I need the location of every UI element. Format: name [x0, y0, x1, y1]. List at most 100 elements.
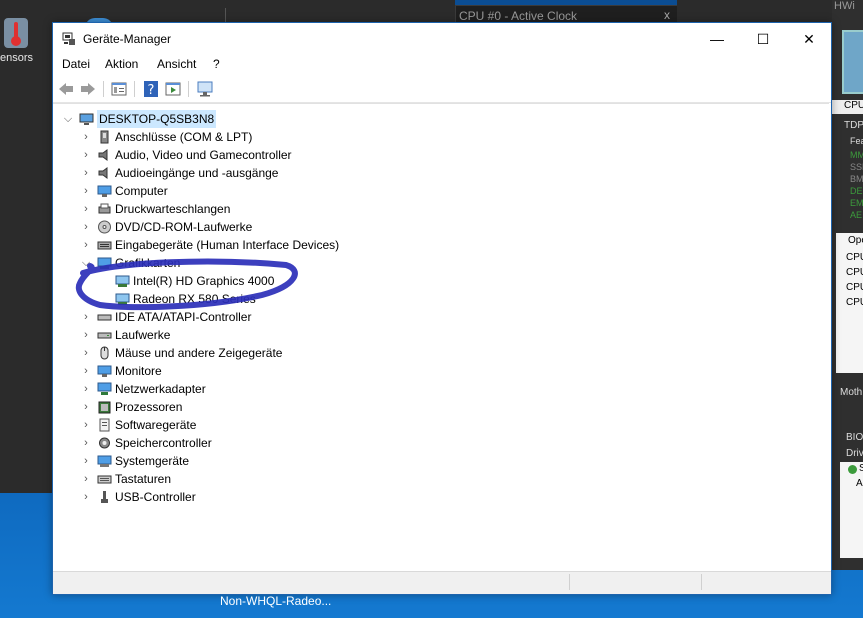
menu-datei[interactable]: Datei	[62, 57, 90, 71]
cpu-clock-close-button[interactable]: x	[664, 8, 670, 22]
tree-category-anschlüsse-com-lpt[interactable]: › Anschlüsse (COM & LPT)	[53, 128, 823, 146]
chevron-right-icon[interactable]: ›	[81, 182, 91, 200]
hwinfo-title: HWi	[834, 0, 855, 12]
tree-category-netzwerkadapter-label: Netzwerkadapter	[115, 382, 206, 396]
chevron-right-icon[interactable]: ›	[81, 308, 91, 326]
minimize-button[interactable]: —	[694, 23, 740, 55]
run-view-icon[interactable]	[164, 80, 182, 98]
hwinfo-cpu-row: CPU	[846, 282, 863, 293]
chevron-right-icon[interactable]: ›	[81, 488, 91, 506]
hwinfo-cpu-row: CPU	[846, 297, 863, 308]
tree-category-speichercontroller[interactable]: › Speichercontroller	[53, 434, 823, 452]
title-bar[interactable]: Geräte-Manager — ☐ ✕	[53, 23, 831, 55]
hwinfo-cpu-row: CPU	[846, 267, 863, 278]
tree-category-ide-ata-atapi-controller-label: IDE ATA/ATAPI-Controller	[115, 310, 252, 324]
tree-category-audio-video-und-gamecontroller[interactable]: › Audio, Video und Gamecontroller	[53, 146, 823, 164]
tree-category-softwaregeräte[interactable]: › Softwaregeräte	[53, 416, 823, 434]
hwinfo-toolbar-strip	[52, 0, 455, 28]
properties-view-icon[interactable]	[110, 80, 128, 98]
cpu-logo-icon	[842, 30, 863, 94]
tree-category-audioeingänge-und-ausgänge[interactable]: › Audioeingänge und -ausgänge	[53, 164, 823, 182]
hwinfo-ope-label: Ope	[848, 235, 863, 246]
close-button[interactable]: ✕	[786, 23, 832, 55]
forward-arrow-icon[interactable]	[79, 80, 97, 98]
tree-category-ide-ata-atapi-controller[interactable]: › IDE ATA/ATAPI-Controller	[53, 308, 823, 326]
toolbar-separator	[225, 8, 226, 22]
hwinfo-tdp-label: TDP	[844, 120, 863, 131]
tree-category-laufwerke[interactable]: › Laufwerke	[53, 326, 823, 344]
chevron-right-icon[interactable]: ›	[81, 344, 91, 362]
chevron-right-icon[interactable]: ›	[81, 416, 91, 434]
tree-category-systemgeräte[interactable]: › Systemgeräte	[53, 452, 823, 470]
software-device-icon	[97, 418, 112, 432]
chevron-right-icon[interactable]: ›	[81, 380, 91, 398]
tree-category-grafikkarten[interactable]: ⌵ Grafikkarten	[53, 254, 823, 272]
chevron-right-icon[interactable]: ›	[81, 164, 91, 182]
tree-category-dvd-cd-rom-laufwerke[interactable]: › DVD/CD-ROM-Laufwerke	[53, 218, 823, 236]
tree-category-usb-controller[interactable]: › USB-Controller	[53, 488, 823, 506]
chevron-right-icon[interactable]: ›	[81, 362, 91, 380]
hwinfo-drive-label: Driv	[846, 448, 863, 459]
tree-category-druckwarteschlangen-label: Druckwarteschlangen	[115, 202, 231, 216]
chevron-right-icon[interactable]: ›	[81, 146, 91, 164]
chevron-right-icon[interactable]: ›	[81, 470, 91, 488]
ide-icon	[97, 310, 112, 324]
chevron-right-icon[interactable]: ›	[81, 326, 91, 344]
cpu-clock-window-body	[677, 0, 832, 23]
tree-category-usb-controller-label: USB-Controller	[115, 490, 196, 504]
status-bar	[53, 571, 831, 594]
toolbar-separator	[188, 81, 189, 97]
tree-root-computer-label: DESKTOP-Q5SB3N8	[97, 110, 217, 128]
maximize-button[interactable]: ☐	[740, 23, 786, 55]
tree-category-monitore-label: Monitore	[115, 364, 162, 378]
menu-aktion[interactable]: Aktion	[105, 57, 138, 71]
chevron-right-icon[interactable]: ›	[81, 200, 91, 218]
monitor-icon	[97, 184, 112, 198]
chevron-right-icon[interactable]: ›	[81, 398, 91, 416]
chevron-down-icon[interactable]: ⌵	[81, 254, 91, 272]
back-arrow-icon[interactable]	[57, 80, 75, 98]
scan-hardware-icon[interactable]	[196, 80, 214, 98]
menu-bar: Datei Aktion Ansicht ?	[53, 55, 831, 75]
chevron-right-icon[interactable]: ›	[81, 452, 91, 470]
display-adapter-icon	[97, 256, 112, 270]
tree-device-0[interactable]: Intel(R) HD Graphics 4000	[53, 272, 823, 290]
svg-text:?: ?	[148, 83, 155, 98]
tree-device-1[interactable]: Radeon RX 580 Series	[53, 290, 823, 308]
monitor-icon	[97, 364, 112, 378]
tree-category-tastaturen-label: Tastaturen	[115, 472, 172, 486]
tree-category-softwaregeräte-label: Softwaregeräte	[115, 418, 197, 432]
tree-root-computer[interactable]: ⌵ DESKTOP-Q5SB3N8	[53, 110, 823, 128]
hwinfo-left-window: ensors	[0, 0, 53, 493]
tree-category-druckwarteschlangen[interactable]: › Druckwarteschlangen	[53, 200, 823, 218]
chevron-right-icon[interactable]: ›	[81, 434, 91, 452]
chevron-right-icon[interactable]: ›	[81, 218, 91, 236]
sensors-button[interactable]: ensors	[0, 14, 40, 68]
hwinfo-feature-sse: SSE	[850, 162, 863, 172]
system-device-icon	[97, 454, 112, 468]
tree-category-computer-label: Computer	[115, 184, 168, 198]
menu-ansicht[interactable]: Ansicht	[157, 57, 196, 71]
chevron-right-icon[interactable]: ›	[81, 236, 91, 254]
chevron-right-icon[interactable]: ›	[81, 128, 91, 146]
device-manager-icon	[62, 32, 75, 45]
help-icon[interactable]: ?	[142, 80, 160, 98]
tree-category-eingabegeräte-human-interface-devices[interactable]: › Eingabegeräte (Human Interface Devices)	[53, 236, 823, 254]
hwinfo-drive-item: A	[856, 478, 863, 489]
storage-controller-icon	[97, 436, 112, 450]
taskbar-notification[interactable]: Non-WHQL-Radeo...	[220, 594, 331, 608]
tree-category-monitore[interactable]: › Monitore	[53, 362, 823, 380]
tree-category-audioeingänge-und-ausgänge-label: Audioeingänge und -ausgänge	[115, 166, 279, 180]
menu-help[interactable]: ?	[213, 57, 220, 71]
tree-category-prozessoren[interactable]: › Prozessoren	[53, 398, 823, 416]
device-tree: ⌵ DESKTOP-Q5SB3N8 › Anschlüsse (COM & LPT) ›…	[53, 103, 829, 571]
speaker-icon	[97, 148, 112, 162]
hid-icon	[97, 238, 112, 252]
tree-category-grafikkarten-label: Grafikkarten	[115, 256, 181, 270]
tree-category-netzwerkadapter[interactable]: › Netzwerkadapter	[53, 380, 823, 398]
chevron-down-icon[interactable]: ⌵	[63, 110, 73, 128]
tree-category-anschlüsse-com-lpt-label: Anschlüsse (COM & LPT)	[115, 130, 253, 144]
tree-category-tastaturen[interactable]: › Tastaturen	[53, 470, 823, 488]
tree-category-computer[interactable]: › Computer	[53, 182, 823, 200]
tree-category-mäuse-und-andere-zeigegeräte[interactable]: › Mäuse und andere Zeigegeräte	[53, 344, 823, 362]
